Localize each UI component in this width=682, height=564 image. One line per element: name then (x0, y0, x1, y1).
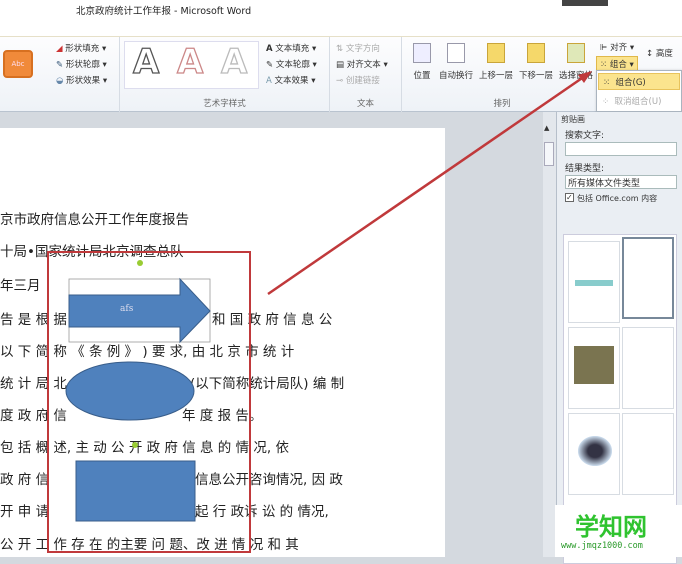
watermark-logo: 学知网 www.jmqz1000.com (555, 505, 682, 557)
pane-scrollbar[interactable]: ▲ (543, 112, 556, 557)
clipart-image (574, 346, 614, 384)
clipart-thumb[interactable] (568, 413, 620, 495)
scroll-thumb[interactable] (544, 142, 554, 166)
arrow-head (578, 71, 592, 83)
search-label: 搜索文字: (565, 131, 605, 141)
pointer-arrow (267, 72, 589, 296)
include-office-checkbox[interactable]: ✓ (565, 193, 574, 202)
rectangle-shape[interactable] (75, 460, 196, 522)
results-type-select[interactable]: 所有媒体文件类型 (565, 175, 677, 189)
scroll-up-icon[interactable]: ▲ (544, 124, 549, 132)
rotate-handle[interactable] (132, 442, 138, 448)
clipart-thumb[interactable] (568, 241, 620, 323)
clipart-thumb[interactable] (622, 237, 674, 319)
results-type-label: 结果类型: (565, 164, 605, 174)
rotate-handle[interactable] (137, 260, 143, 266)
pane-title: 剪贴画 (561, 115, 585, 124)
watermark-url: www.jmqz1000.com (561, 541, 643, 551)
ellipse-shape[interactable] (65, 361, 195, 421)
clipart-pane: 剪贴画 搜索文字: 结果类型: 所有媒体文件类型 ✓ 包括 Office.com… (556, 112, 682, 564)
clipart-image (578, 436, 612, 466)
search-input[interactable] (565, 142, 677, 156)
clipart-thumb[interactable] (622, 413, 674, 495)
include-office-label: 包括 Office.com 内容 (577, 194, 658, 203)
clipart-thumb[interactable] (622, 327, 674, 409)
clipart-image (575, 280, 613, 286)
clipart-thumb[interactable] (568, 327, 620, 409)
right-arrow-shape[interactable] (68, 277, 211, 344)
arrow-shape-text: afs (120, 304, 134, 314)
watermark-site: 学知网 (575, 513, 647, 541)
